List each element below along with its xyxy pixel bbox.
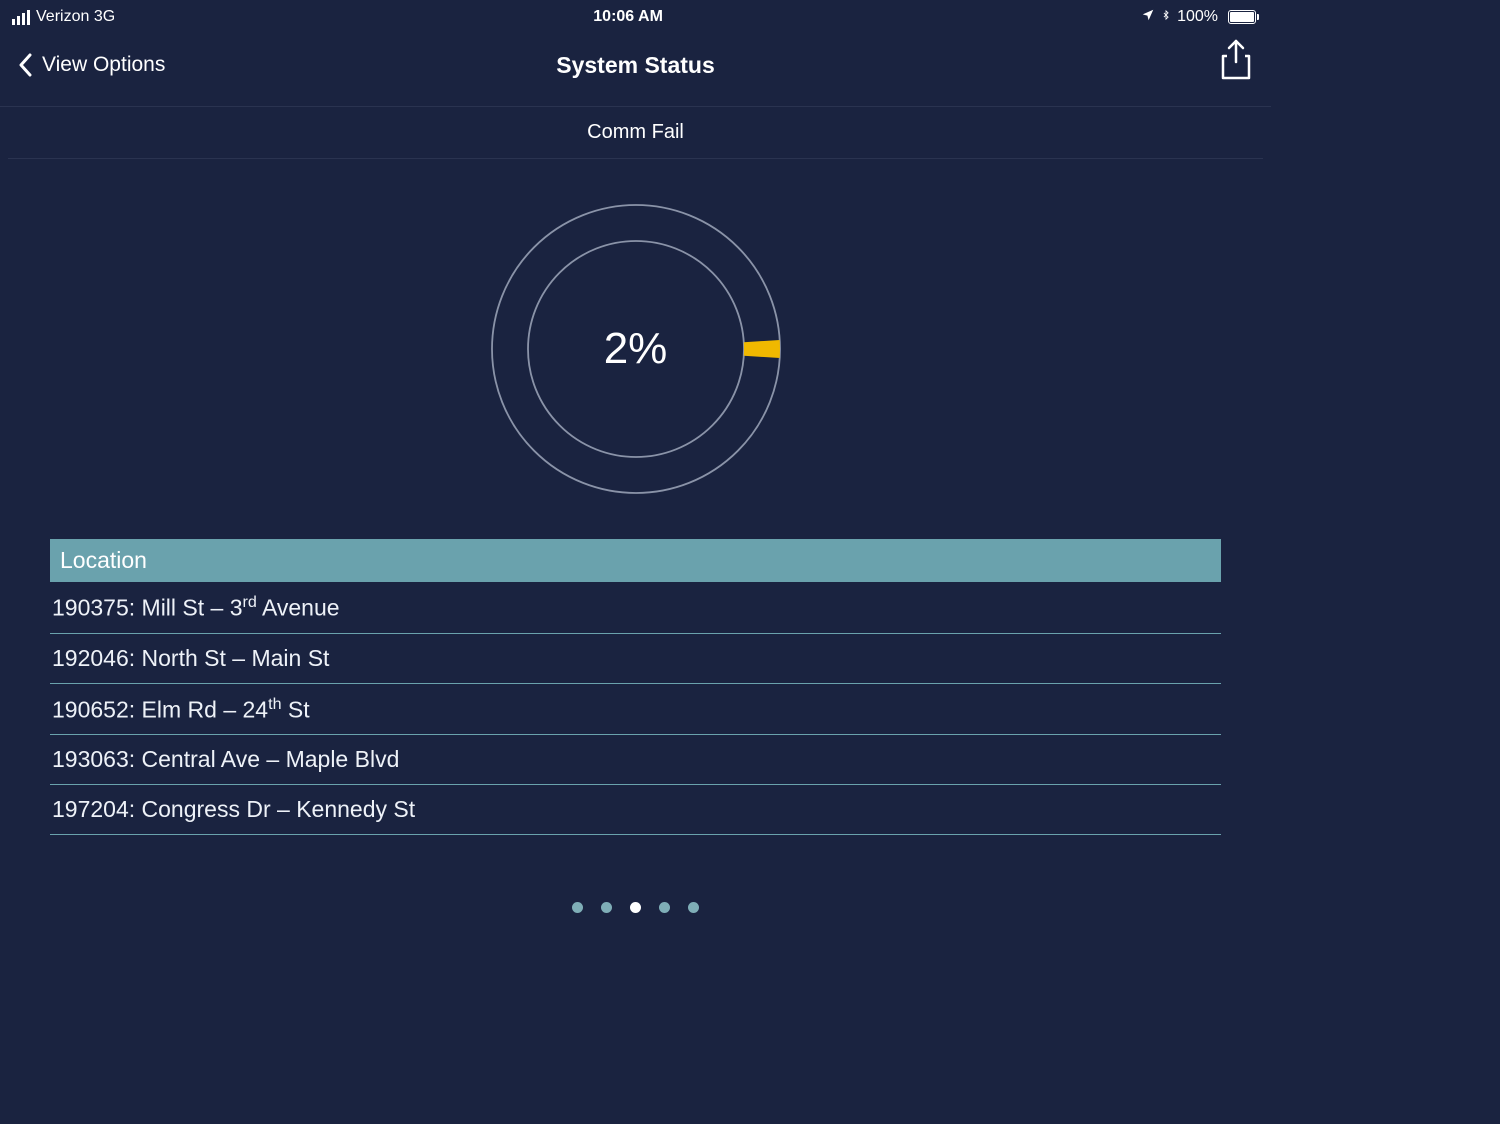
battery-pct-label: 100%: [1177, 8, 1218, 26]
share-icon: [1219, 38, 1253, 80]
status-bar: Verizon 3G 10:06 AM 100%: [0, 0, 1271, 30]
gauge-container: 2%: [0, 159, 1271, 539]
location-icon: [1141, 8, 1155, 27]
signal-icon: [12, 10, 30, 25]
battery-icon: [1224, 10, 1259, 24]
nav-bar: View Options System Status: [0, 30, 1271, 107]
page-dot[interactable]: [659, 902, 670, 913]
page-dot[interactable]: [630, 902, 641, 913]
location-list: Location 190375: Mill St – 3rd Avenue192…: [50, 539, 1221, 835]
list-item[interactable]: 197204: Congress Dr – Kennedy St: [50, 785, 1221, 835]
back-button[interactable]: View Options: [18, 53, 165, 77]
list-item[interactable]: 190375: Mill St – 3rd Avenue: [50, 582, 1221, 634]
chevron-left-icon: [18, 53, 32, 77]
back-label: View Options: [42, 53, 165, 77]
bluetooth-icon: [1161, 7, 1171, 28]
clock-label: 10:06 AM: [593, 8, 663, 26]
list-item[interactable]: 190652: Elm Rd – 24th St: [50, 684, 1221, 736]
page-title: System Status: [556, 52, 715, 79]
gauge-value: 2%: [486, 199, 786, 499]
status-left: Verizon 3G: [12, 8, 115, 26]
share-button[interactable]: [1219, 38, 1253, 80]
comm-fail-gauge: 2%: [486, 199, 786, 499]
list-item[interactable]: 193063: Central Ave – Maple Blvd: [50, 735, 1221, 785]
page-dot[interactable]: [601, 902, 612, 913]
list-item[interactable]: 192046: North St – Main St: [50, 634, 1221, 684]
subtitle-label: Comm Fail: [8, 107, 1263, 159]
list-header: Location: [50, 539, 1221, 582]
page-dot[interactable]: [688, 902, 699, 913]
status-right: 100%: [1141, 7, 1259, 28]
page-dot[interactable]: [572, 902, 583, 913]
page-indicator: [0, 902, 1271, 913]
carrier-label: Verizon 3G: [36, 8, 115, 26]
